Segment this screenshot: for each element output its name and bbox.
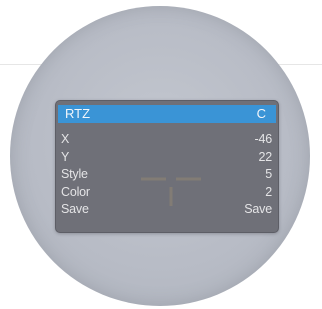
menu-item-label: Save bbox=[61, 202, 89, 217]
menu-item-label: Y bbox=[61, 149, 70, 164]
menu-item-label: X bbox=[61, 132, 70, 147]
osd-menu: RTZ C X -46 Y 22 Style 5 Color 2 Save Sa… bbox=[55, 100, 279, 233]
menu-item-y[interactable]: Y 22 bbox=[58, 149, 272, 167]
menu-item-x[interactable]: X -46 bbox=[58, 131, 272, 149]
menu-item-label: Color bbox=[61, 184, 90, 199]
menu-item-save[interactable]: Save Save bbox=[58, 201, 272, 219]
menu-item-label: Style bbox=[61, 167, 88, 182]
screen: RTZ C X -46 Y 22 Style 5 Color 2 Save Sa… bbox=[0, 0, 322, 309]
menu-item-value: 5 bbox=[265, 167, 272, 182]
osd-menu-list: X -46 Y 22 Style 5 Color 2 Save Save bbox=[58, 131, 272, 219]
save-button[interactable]: Save bbox=[242, 201, 272, 218]
osd-menu-header[interactable]: RTZ C bbox=[58, 105, 276, 123]
menu-item-value: 22 bbox=[258, 149, 272, 164]
menu-item-value: 2 bbox=[265, 184, 272, 199]
menu-item-color[interactable]: Color 2 bbox=[58, 184, 272, 202]
osd-menu-header-value: C bbox=[256, 106, 266, 121]
menu-item-style[interactable]: Style 5 bbox=[58, 166, 272, 184]
osd-menu-title: RTZ bbox=[65, 106, 91, 121]
menu-item-value: -46 bbox=[254, 132, 273, 147]
